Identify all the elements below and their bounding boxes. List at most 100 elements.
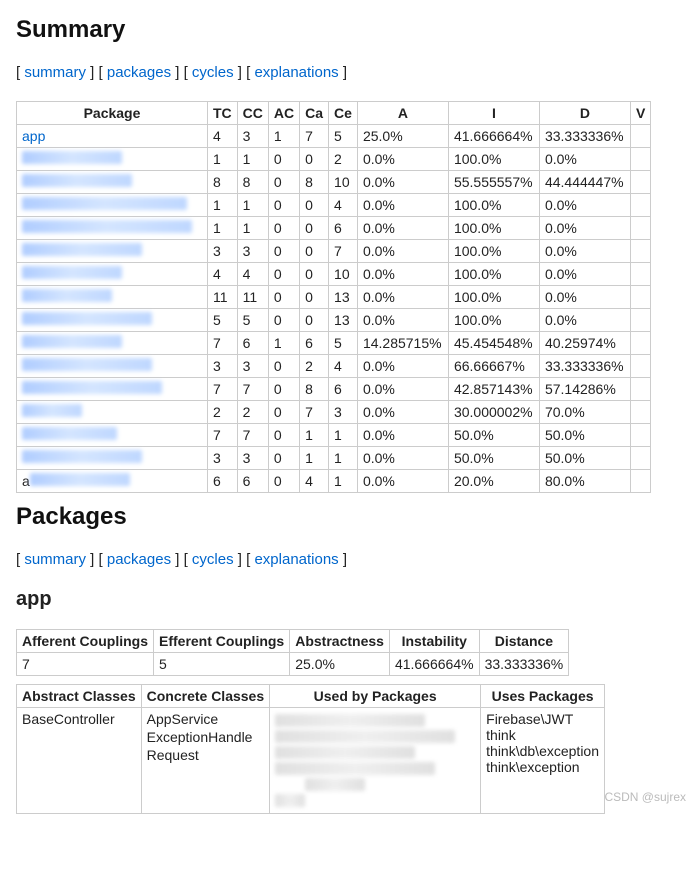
package-cell [17, 332, 208, 355]
cell-tc: 5 [208, 309, 238, 332]
cell-tc: 8 [208, 171, 238, 194]
cell-cc: 3 [237, 240, 268, 263]
cell-tc: 7 [208, 378, 238, 401]
cell-ca: 0 [300, 263, 329, 286]
list-item: Request [147, 747, 265, 763]
cell-v [630, 355, 650, 378]
cell-d: 0.0% [539, 263, 630, 286]
nav-summary-2[interactable]: summary [24, 551, 86, 568]
nav-summary[interactable]: summary [24, 64, 86, 81]
th-d: D [539, 102, 630, 125]
cell-d: 40.25974% [539, 332, 630, 355]
cell-v [630, 148, 650, 171]
cell-i: 20.0% [448, 470, 539, 493]
cell-d: 50.0% [539, 424, 630, 447]
cell-ce: 10 [329, 171, 358, 194]
cell-i: 45.454548% [448, 332, 539, 355]
cell-a: 0.0% [357, 378, 448, 401]
cell-v [630, 470, 650, 493]
nav-explanations-2[interactable]: explanations [254, 551, 338, 568]
cell-d: 50.0% [539, 447, 630, 470]
cell-ca: 0 [300, 194, 329, 217]
list-item: AppService [147, 711, 265, 727]
cell-i: 100.0% [448, 263, 539, 286]
th-v: V [630, 102, 650, 125]
cell-a: 0.0% [357, 240, 448, 263]
cell-a: 0.0% [357, 424, 448, 447]
cell-tc: 4 [208, 125, 238, 148]
table-row: 5500130.0%100.0%0.0% [17, 309, 651, 332]
th-abstract-classes: Abstract Classes [17, 685, 142, 708]
cell-v [630, 424, 650, 447]
cell-i: 100.0% [448, 194, 539, 217]
cell-a: 0.0% [357, 470, 448, 493]
th-i: I [448, 102, 539, 125]
cell-ac: 0 [268, 263, 299, 286]
cell-v [630, 286, 650, 309]
cell-ca: 0 [300, 240, 329, 263]
cell-tc: 3 [208, 447, 238, 470]
nav-packages-2[interactable]: packages [107, 551, 171, 568]
cell-a: 25.0% [357, 125, 448, 148]
cell-d: 0.0% [539, 217, 630, 240]
cell-cc: 3 [237, 125, 268, 148]
watermark: CSDN @sujrex [604, 790, 686, 804]
list-item: think\exception [486, 759, 599, 775]
nav-cycles[interactable]: cycles [192, 64, 234, 81]
cell-ca: 0 [300, 217, 329, 240]
nav-packages[interactable]: packages [107, 64, 171, 81]
table-row: 770110.0%50.0%50.0% [17, 424, 651, 447]
cell-i: 55.555557% [448, 171, 539, 194]
cell-a: 0.0% [357, 217, 448, 240]
app-classes-table: Abstract Classes Concrete Classes Used b… [16, 684, 605, 814]
cell-ce: 1 [329, 470, 358, 493]
cell-ce: 6 [329, 378, 358, 401]
cell-a: 0.0% [357, 194, 448, 217]
cell-ce: 1 [329, 447, 358, 470]
table-row: 330240.0%66.66667%33.333336% [17, 355, 651, 378]
list-item: ExceptionHandle [147, 729, 265, 745]
cell-cc: 1 [237, 194, 268, 217]
cell-d: 0.0% [539, 309, 630, 332]
cell-i: 100.0% [448, 217, 539, 240]
td-concrete-classes: AppService ExceptionHandle Request [141, 708, 270, 814]
cell-tc: 6 [208, 470, 238, 493]
package-cell[interactable]: app [17, 125, 208, 148]
cell-v [630, 263, 650, 286]
cell-tc: 3 [208, 240, 238, 263]
list-item: think [486, 727, 599, 743]
list-item: Firebase\JWT [486, 711, 599, 727]
table-row: 330110.0%50.0%50.0% [17, 447, 651, 470]
cell-i: 100.0% [448, 240, 539, 263]
table-row: a660410.0%20.0%80.0% [17, 470, 651, 493]
cell-a: 0.0% [357, 171, 448, 194]
cell-ce: 5 [329, 332, 358, 355]
td-uses: Firebase\JWTthinkthink\db\exceptionthink… [481, 708, 605, 814]
th-ce: Ce [329, 102, 358, 125]
package-cell [17, 217, 208, 240]
nav-explanations[interactable]: explanations [254, 64, 338, 81]
th-distance: Distance [479, 630, 569, 653]
cell-tc: 3 [208, 355, 238, 378]
cell-ac: 0 [268, 355, 299, 378]
cell-cc: 11 [237, 286, 268, 309]
nav-cycles-2[interactable]: cycles [192, 551, 234, 568]
table-row: 770860.0%42.857143%57.14286% [17, 378, 651, 401]
cell-ce: 5 [329, 125, 358, 148]
cell-a: 0.0% [357, 447, 448, 470]
cell-ce: 6 [329, 217, 358, 240]
cell-tc: 7 [208, 424, 238, 447]
cell-ce: 7 [329, 240, 358, 263]
cell-i: 100.0% [448, 286, 539, 309]
package-cell [17, 309, 208, 332]
cell-v [630, 401, 650, 424]
td-efferent: 5 [154, 653, 290, 676]
cell-ac: 0 [268, 171, 299, 194]
cell-ac: 0 [268, 309, 299, 332]
cell-d: 57.14286% [539, 378, 630, 401]
th-package: Package [17, 102, 208, 125]
cell-v [630, 217, 650, 240]
cell-cc: 3 [237, 447, 268, 470]
cell-tc: 7 [208, 332, 238, 355]
cell-tc: 11 [208, 286, 238, 309]
